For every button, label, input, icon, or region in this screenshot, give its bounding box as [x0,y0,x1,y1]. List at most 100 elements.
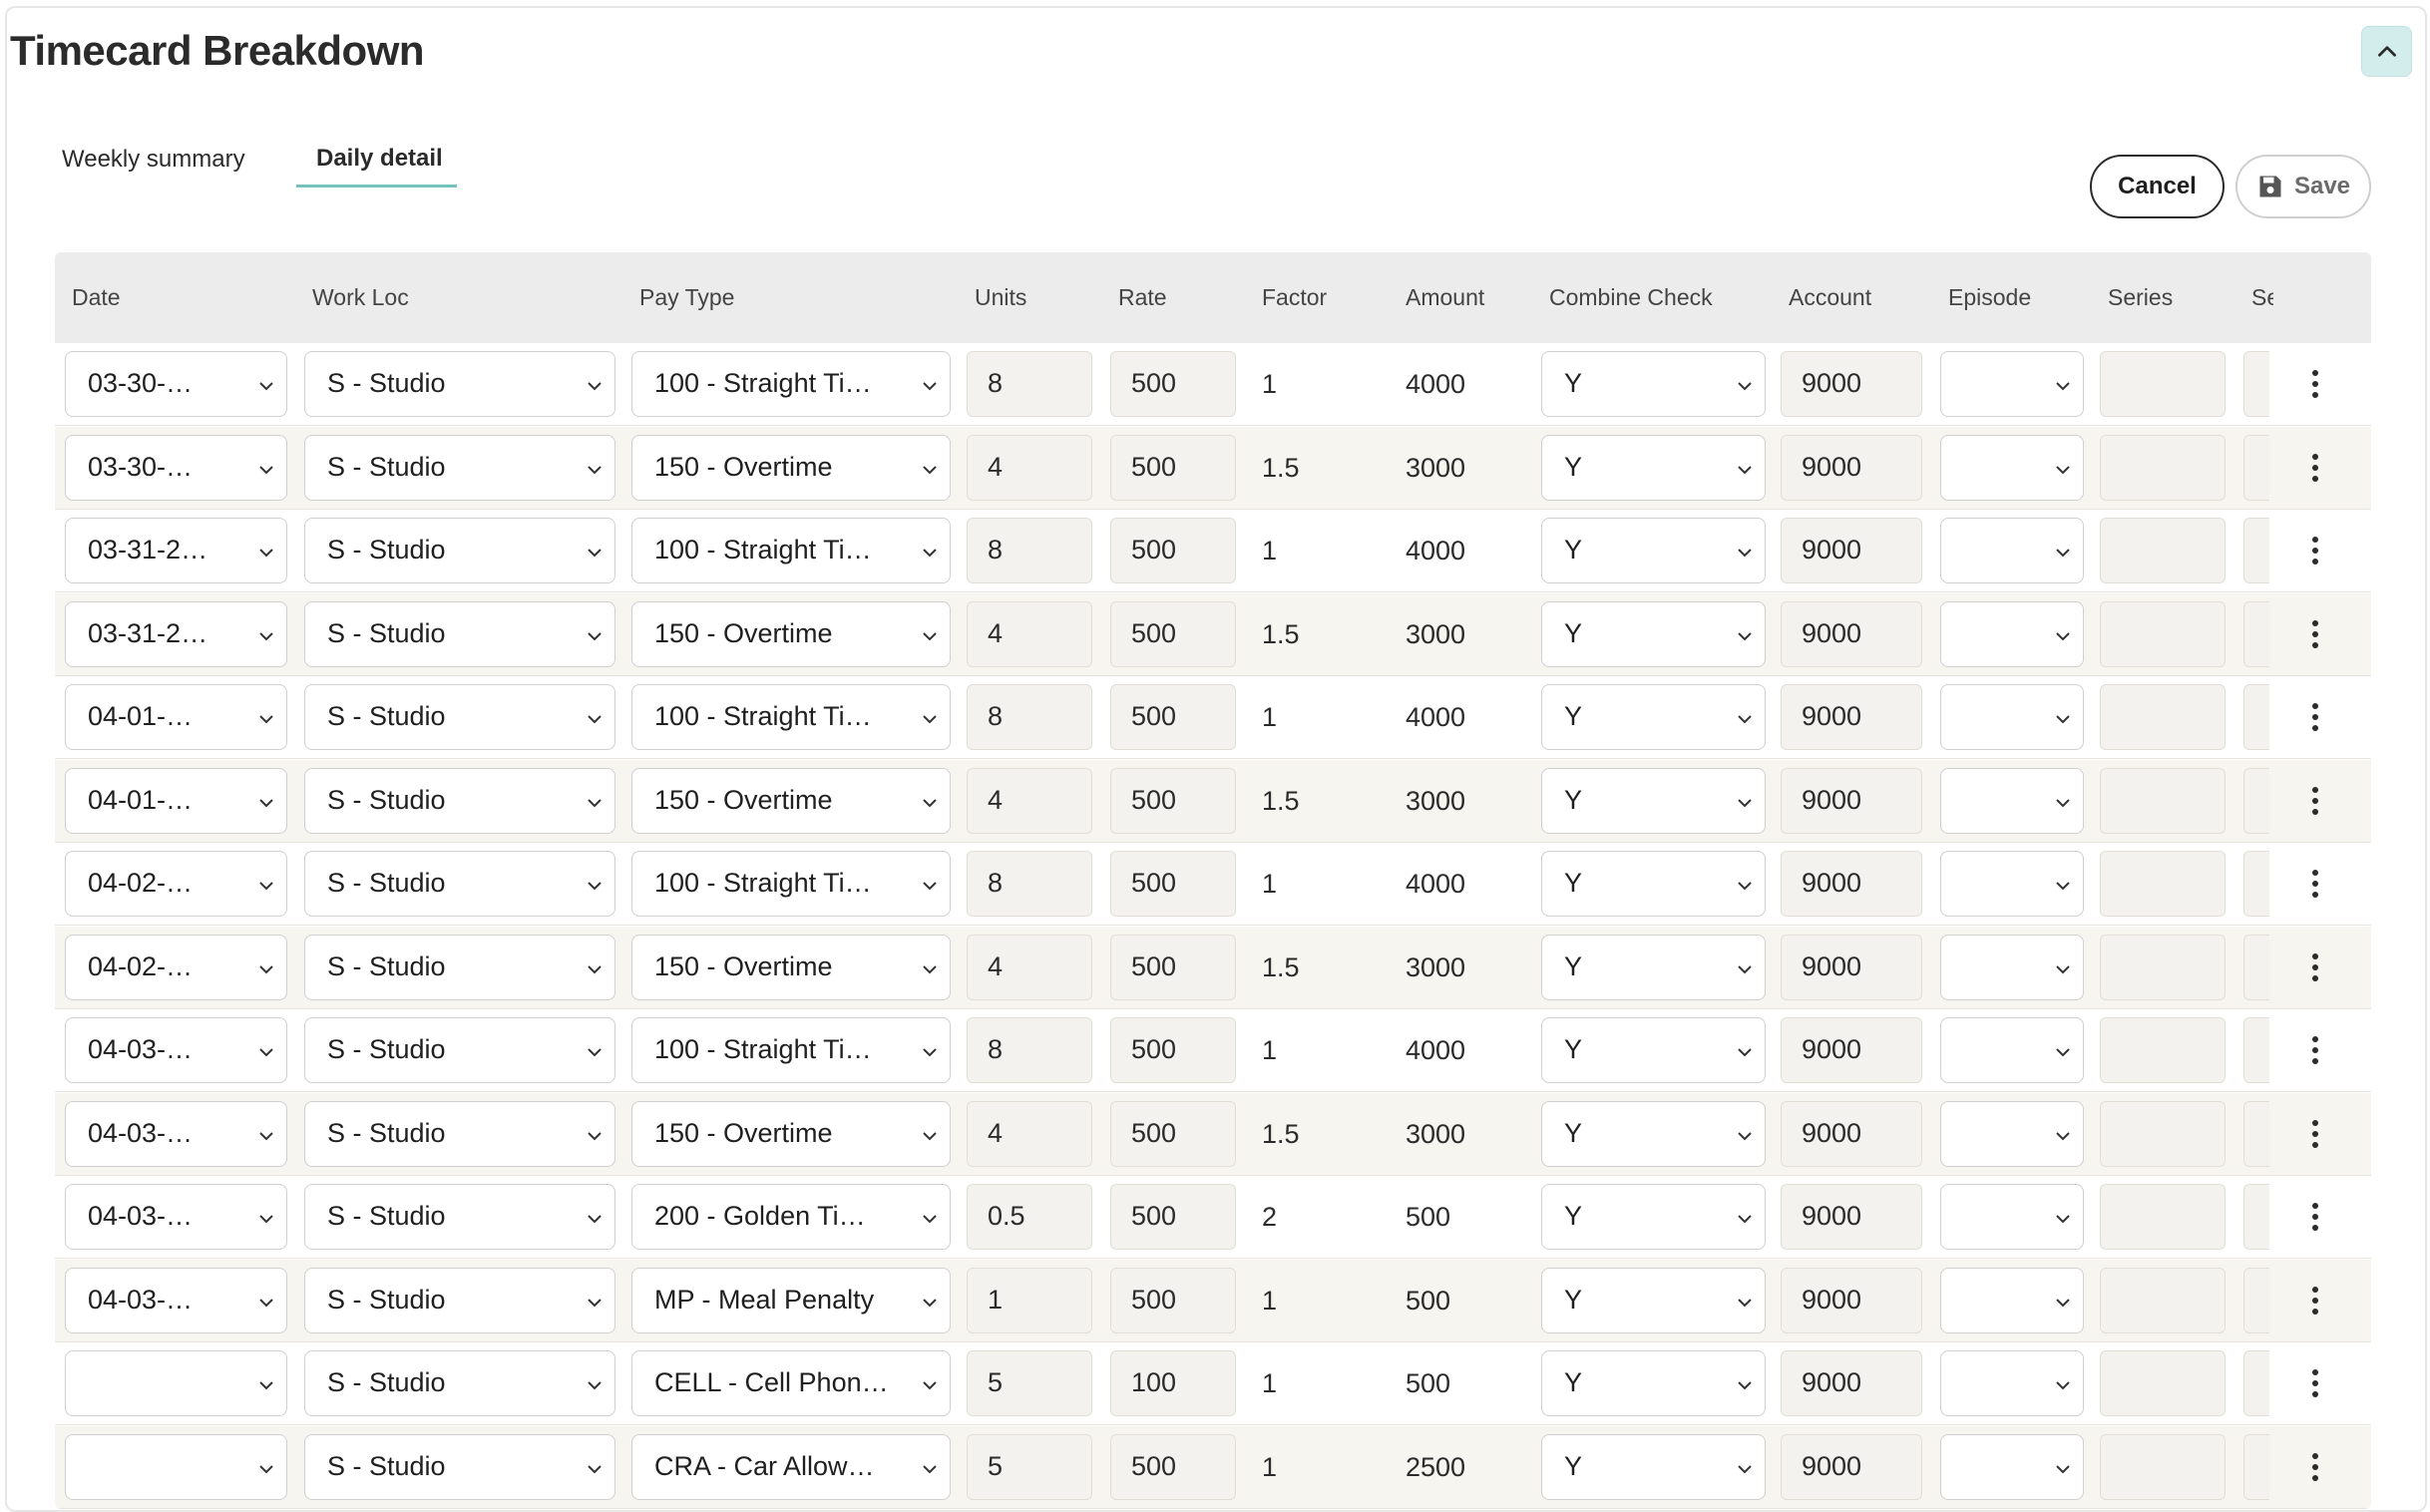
episode-select[interactable] [1940,600,2084,667]
kebab-menu-icon[interactable] [2310,619,2320,649]
truncated-column-input[interactable] [2243,434,2269,501]
episode-select[interactable] [1940,1017,2084,1083]
account-input[interactable]: 9000 [1781,934,1922,1000]
series-input[interactable] [2100,351,2226,417]
units-input[interactable]: 4 [967,1100,1092,1167]
combine-check-select[interactable]: Y [1541,684,1766,750]
pay-type-select[interactable]: 100 - Straight Ti… [631,684,951,750]
account-input[interactable]: 9000 [1781,1433,1922,1500]
date-select[interactable]: 03-31-2… [65,518,287,583]
date-select[interactable]: 04-02-… [65,851,287,917]
cancel-button[interactable]: Cancel [2090,155,2225,218]
pay-type-select[interactable]: MP - Meal Penalty [631,1267,951,1333]
column-header-work-loc[interactable]: Work Loc [312,284,409,311]
kebab-menu-icon[interactable] [2310,869,2320,899]
combine-check-select[interactable]: Y [1541,600,1766,667]
kebab-menu-icon[interactable] [2310,1202,2320,1232]
work-loc-select[interactable]: S - Studio [304,851,615,917]
series-input[interactable] [2100,518,2226,583]
rate-input[interactable]: 500 [1110,1433,1236,1500]
work-loc-select[interactable]: S - Studio [304,934,615,1000]
rate-input[interactable]: 500 [1110,434,1236,501]
date-select[interactable]: 03-30-… [65,351,287,417]
episode-select[interactable] [1940,351,2084,417]
pay-type-select[interactable]: 150 - Overtime [631,934,951,1000]
column-header-factor[interactable]: Factor [1262,284,1327,311]
combine-check-select[interactable]: Y [1541,351,1766,417]
episode-select[interactable] [1940,518,2084,583]
truncated-column-input[interactable] [2243,1267,2269,1333]
combine-check-select[interactable]: Y [1541,934,1766,1000]
collapse-button[interactable] [2361,26,2412,77]
work-loc-select[interactable]: S - Studio [304,518,615,583]
series-input[interactable] [2100,1350,2226,1416]
pay-type-select[interactable]: 150 - Overtime [631,600,951,667]
account-input[interactable]: 9000 [1781,684,1922,750]
series-input[interactable] [2100,1267,2226,1333]
column-header-episode[interactable]: Episode [1948,284,2031,311]
series-input[interactable] [2100,684,2226,750]
combine-check-select[interactable]: Y [1541,1017,1766,1083]
combine-check-select[interactable]: Y [1541,434,1766,501]
rate-input[interactable]: 500 [1110,684,1236,750]
work-loc-select[interactable]: S - Studio [304,434,615,501]
work-loc-select[interactable]: S - Studio [304,1433,615,1500]
work-loc-select[interactable]: S - Studio [304,1350,615,1416]
work-loc-select[interactable]: S - Studio [304,1184,615,1250]
units-input[interactable]: 1 [967,1267,1092,1333]
column-header-rate[interactable]: Rate [1118,284,1167,311]
column-header-account[interactable]: Account [1789,284,1871,311]
column-header-date[interactable]: Date [72,284,121,311]
combine-check-select[interactable]: Y [1541,767,1766,834]
truncated-column-input[interactable] [2243,1184,2269,1250]
account-input[interactable]: 9000 [1781,434,1922,501]
column-header-pay-type[interactable]: Pay Type [639,284,734,311]
episode-select[interactable] [1940,434,2084,501]
rate-input[interactable]: 500 [1110,600,1236,667]
truncated-column-input[interactable] [2243,351,2269,417]
combine-check-select[interactable]: Y [1541,1433,1766,1500]
work-loc-select[interactable]: S - Studio [304,767,615,834]
kebab-menu-icon[interactable] [2310,1452,2320,1482]
series-input[interactable] [2100,600,2226,667]
date-select[interactable]: 04-03-… [65,1184,287,1250]
work-loc-select[interactable]: S - Studio [304,1017,615,1083]
combine-check-select[interactable]: Y [1541,1267,1766,1333]
column-header-units[interactable]: Units [975,284,1026,311]
units-input[interactable]: 8 [967,851,1092,917]
units-input[interactable]: 4 [967,934,1092,1000]
date-select[interactable]: 04-02-… [65,934,287,1000]
series-input[interactable] [2100,934,2226,1000]
kebab-menu-icon[interactable] [2310,369,2320,399]
account-input[interactable]: 9000 [1781,1350,1922,1416]
kebab-menu-icon[interactable] [2310,1035,2320,1065]
account-input[interactable]: 9000 [1781,600,1922,667]
work-loc-select[interactable]: S - Studio [304,600,615,667]
rate-input[interactable]: 500 [1110,1017,1236,1083]
combine-check-select[interactable]: Y [1541,1100,1766,1167]
units-input[interactable]: 0.5 [967,1184,1092,1250]
column-header-amount[interactable]: Amount [1406,284,1484,311]
combine-check-select[interactable]: Y [1541,518,1766,583]
account-input[interactable]: 9000 [1781,767,1922,834]
tab-weekly-summary[interactable]: Weekly summary [62,146,245,174]
account-input[interactable]: 9000 [1781,1100,1922,1167]
pay-type-select[interactable]: 100 - Straight Ti… [631,1017,951,1083]
rate-input[interactable]: 500 [1110,1184,1236,1250]
series-input[interactable] [2100,1100,2226,1167]
rate-input[interactable]: 500 [1110,1100,1236,1167]
account-input[interactable]: 9000 [1781,351,1922,417]
truncated-column-input[interactable] [2243,1100,2269,1167]
episode-select[interactable] [1940,1184,2084,1250]
episode-select[interactable] [1940,767,2084,834]
pay-type-select[interactable]: 200 - Golden Ti… [631,1184,951,1250]
episode-select[interactable] [1940,934,2084,1000]
episode-select[interactable] [1940,1100,2084,1167]
units-input[interactable]: 8 [967,1017,1092,1083]
truncated-column-input[interactable] [2243,934,2269,1000]
date-select[interactable] [65,1350,287,1416]
rate-input[interactable]: 500 [1110,351,1236,417]
account-input[interactable]: 9000 [1781,851,1922,917]
rate-input[interactable]: 500 [1110,518,1236,583]
date-select[interactable] [65,1433,287,1500]
